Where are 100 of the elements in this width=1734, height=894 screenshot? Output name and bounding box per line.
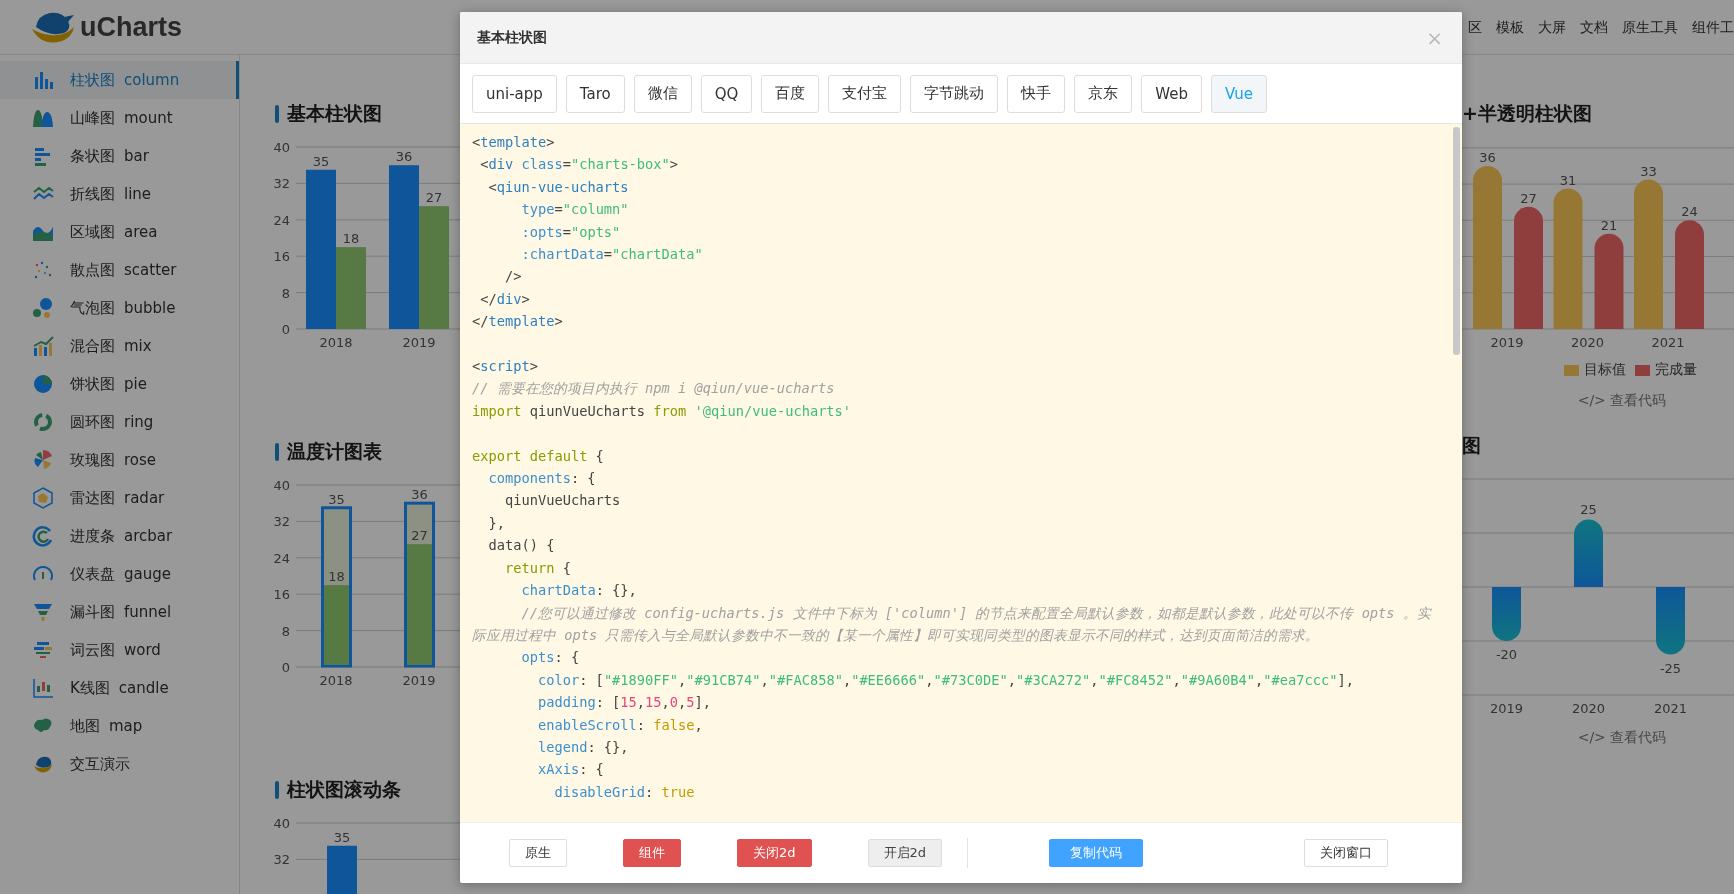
data-label: 36 [411,487,428,503]
scrollbar[interactable] [1453,127,1460,355]
sidebar-item[interactable]: 山峰图 mount [0,99,239,137]
axis-label: 32 [273,852,290,868]
logo-text: uCharts [80,11,182,43]
dialog-button[interactable]: 开启2d [867,839,943,867]
category-label: 2018 [319,335,353,350]
data-label: 18 [342,231,360,247]
sidebar-item[interactable]: 气泡图 bubble [0,289,239,327]
platform-tab[interactable]: uni-app [472,74,557,113]
title-accent [275,443,279,461]
data-label: 18 [328,569,345,585]
platform-tab[interactable]: Web [1141,74,1203,113]
axis-label: 16 [273,587,290,603]
bar [1574,519,1603,587]
candlestick-icon [32,677,54,699]
axis-label: 32 [273,514,290,530]
dialog-button[interactable]: 关闭窗口 [1304,839,1389,867]
nav-link[interactable]: 组件工 [1692,19,1734,37]
sidebar-item[interactable]: 折线图 line [0,175,239,213]
hexagon-icon [32,487,54,509]
combo-chart-icon [32,335,54,357]
platform-tab[interactable]: 支付宝 [828,74,902,113]
category-label: 2019 [1490,335,1524,350]
axis-label: 40 [273,816,290,831]
sidebar-item[interactable]: 混合图 mix [0,327,239,365]
sidebar-item[interactable]: 词云图 word [0,631,239,669]
platform-tab[interactable]: QQ [700,74,753,113]
platform-tab[interactable]: 百度 [761,74,820,113]
view-code-link[interactable]: </> 查看代码 [1577,392,1667,410]
sidebar-item[interactable]: 玫瑰图 rose [0,441,239,479]
category-label: 2020 [1571,701,1606,716]
nav-link[interactable]: 原生工具 [1622,19,1678,37]
platform-tab[interactable]: Taro [565,74,625,113]
sidebar-item[interactable]: 漏斗图 funnel [0,593,239,631]
sidebar-item[interactable]: 散点图 scatter [0,251,239,289]
data-label: 36 [395,149,413,165]
code-line: </template> [472,312,564,332]
chart-title: 图 [1462,433,1481,458]
category-label: 2021 [1651,335,1685,350]
axis-label: 32 [273,176,290,192]
code-line: type="column" [520,200,630,220]
nav-link[interactable]: 大屏 [1538,19,1566,37]
axis-label: 40 [273,478,290,493]
nav-link[interactable]: 文档 [1580,19,1608,37]
sidebar-item[interactable]: 仪表盘 gauge [0,555,239,593]
sidebar-item[interactable]: K线图 candle [0,669,239,707]
data-label: 35 [333,829,351,845]
code-line: <qiun-vue-ucharts [487,177,630,197]
pie-chart-icon [32,373,54,395]
code-line: disableGrid: true [553,782,696,802]
funnel-icon [32,601,54,623]
data-label: -20 [1495,647,1518,662]
category-label: 2019 [402,335,436,350]
axis-label: 40 [273,140,290,155]
code-line: xAxis: { [536,760,605,780]
nav-link[interactable]: 区 [1468,19,1482,37]
code-line: enableScroll: false, [536,715,704,735]
chart-title: 基本柱状图 [287,101,382,126]
mountain-chart-icon [32,107,54,129]
sidebar-item[interactable]: 雷达图 radar [0,479,239,517]
axis-label: 8 [281,285,290,301]
sidebar-item[interactable]: 圆环图 ring [0,403,239,441]
code-line: components: { [487,469,597,489]
sidebar-item[interactable]: 交互演示 [0,745,239,783]
nav-link[interactable]: 模板 [1496,19,1524,37]
code-line: legend: {}, [536,737,630,757]
view-code-link[interactable]: </> 查看代码 [1577,729,1667,747]
code-line: // 需要在您的项目内执行 npm i @qiun/vue-ucharts [472,379,836,399]
ring-chart-icon [32,411,54,433]
dialog-button[interactable]: 组件 [623,839,681,867]
code-line: }, [487,513,506,533]
axis-label: 16 [273,249,290,265]
data-label: 25 [1580,501,1597,517]
platform-tab[interactable]: 快手 [1007,74,1066,113]
code-line: color: ["#1890FF","#91CB74","#FAC858","#EE6666","#73C0DE","#3CA272","#FC8452","#9A60B4","#ea7ccc"], [536,670,1355,690]
sidebar-item[interactable]: 条状图 bar [0,137,239,175]
platform-tab[interactable]: 字节跳动 [910,74,999,113]
code-line: <div class="charts-box"> [479,155,680,175]
sidebar-item[interactable]: 地图 map [0,707,239,745]
data-label: 35 [328,491,345,507]
dialog-button[interactable]: 关闭2d [737,839,812,867]
platform-tab[interactable]: 微信 [633,74,692,113]
sidebar-item[interactable]: 饼状图 pie [0,365,239,403]
rose-chart-icon [32,449,54,471]
data-label: 21 [1600,217,1618,233]
axis-label: 8 [281,623,290,639]
dialog-button[interactable]: 原生 [509,839,567,867]
legend-label: 完成量 [1655,361,1697,379]
code-line: :chartData="chartData" [520,245,704,265]
title-accent [275,105,279,123]
category-label: 2020 [1570,335,1605,350]
code-line: export default { [472,446,605,466]
code-line: import qiunVueUcharts from '@qiun/vue-ucharts' [472,401,853,421]
code-line: //您可以通过修改 config-ucharts.js 文件中下标为 ['column'] 的节点来配置全局默认参数，如都是默认参数，此处可以不传 opts 。实际应用过程中 opts 只需传入与全局默认参数中不一致的【某一个属性】即可实现同类型的图表显示不同的样式，达到页面简洁的需求。 [472,603,1432,645]
platform-tab[interactable]: 京东 [1074,74,1133,113]
chart-title: 温度计图表 [287,439,382,464]
data-label: 36 [1479,149,1496,165]
sidebar-item[interactable]: 区域图 area [0,213,239,251]
sidebar-item[interactable]: 进度条 arcbar [0,517,239,555]
